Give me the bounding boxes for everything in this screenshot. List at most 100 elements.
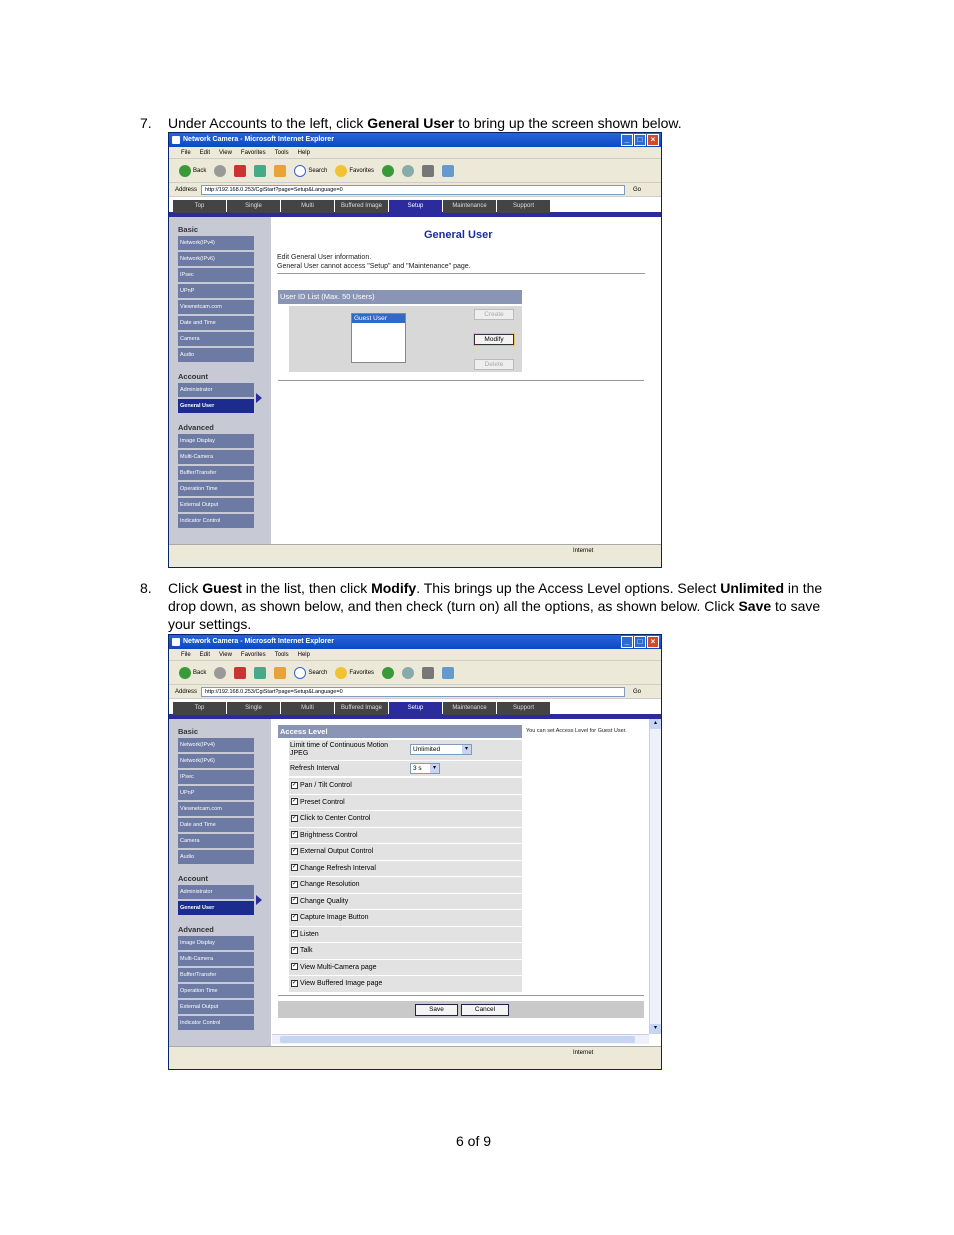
tab-multi[interactable]: Multi [281,702,334,715]
refresh-icon[interactable] [254,666,267,679]
sidebar-item-general-user[interactable]: General User [178,901,254,915]
tab-top[interactable]: Top [173,200,226,213]
sidebar-item-indicator-control[interactable]: Indicator Control [178,1016,254,1030]
mail-icon[interactable] [402,164,415,177]
refresh-interval-select[interactable]: 3 s ▾ [410,763,440,774]
forward-icon[interactable] [214,164,227,177]
menu-file[interactable]: File [181,649,191,660]
sidebar-item-administrator[interactable]: Administrator [178,885,254,899]
sidebar-item-general-user[interactable]: General User [178,399,254,413]
sidebar-item-ipsec[interactable]: IPsec [178,770,254,784]
sidebar-item-date-time[interactable]: Date and Time [178,818,254,832]
option-multi-camera[interactable]: ✓ View Multi-Camera page [289,959,522,975]
user-listbox[interactable]: Guest User [351,313,406,363]
tab-buffered-image[interactable]: Buffered Image [335,200,388,213]
tab-support[interactable]: Support [497,702,550,715]
sidebar-item-upnp[interactable]: UPnP [178,786,254,800]
sidebar-item-image-display[interactable]: Image Display [178,936,254,950]
option-refresh-interval[interactable]: ✓ Change Refresh Interval [289,860,522,876]
tab-setup[interactable]: Setup [389,702,442,715]
modify-button[interactable]: Modify [474,334,514,345]
sidebar-item-network-ipv4[interactable]: Network(IPv4) [178,738,254,752]
sidebar-item-viewnetcam[interactable]: Viewnetcam.com [178,802,254,816]
sidebar-item-date-time[interactable]: Date and Time [178,316,254,330]
sidebar-item-buffer-transfer[interactable]: Buffer/Transfer [178,466,254,480]
checkbox-checked-icon[interactable]: ✓ [291,880,298,888]
option-click-center[interactable]: ✓ Click to Center Control [289,811,522,827]
tab-single[interactable]: Single [227,200,280,213]
vertical-scrollbar[interactable]: ▴ ▾ [649,719,661,1034]
create-button[interactable]: Create [474,309,514,320]
sidebar-item-audio[interactable]: Audio [178,850,254,864]
option-brightness[interactable]: ✓ Brightness Control [289,827,522,843]
maximize-icon[interactable]: □ [634,636,646,648]
favorites-button[interactable]: Favorites [335,164,374,177]
go-button[interactable]: Go [633,187,661,193]
back-button[interactable]: Back [179,666,206,679]
sidebar-item-multi-camera[interactable]: Multi-Camera [178,952,254,966]
checkbox-checked-icon[interactable]: ✓ [291,946,298,954]
scroll-thumb[interactable] [280,1036,635,1043]
menu-help[interactable]: Help [298,147,310,158]
delete-button[interactable]: Delete [474,359,514,370]
sidebar-item-buffer-transfer[interactable]: Buffer/Transfer [178,968,254,982]
checkbox-checked-icon[interactable]: ✓ [291,963,298,971]
sidebar-item-external-output[interactable]: External Output [178,1000,254,1014]
tab-multi[interactable]: Multi [281,200,334,213]
menu-tools[interactable]: Tools [275,147,289,158]
menu-tools[interactable]: Tools [275,649,289,660]
sidebar-item-multi-camera[interactable]: Multi-Camera [178,450,254,464]
search-button[interactable]: Search [294,164,327,177]
sidebar-item-external-output[interactable]: External Output [178,498,254,512]
tab-maintenance[interactable]: Maintenance [443,200,496,213]
limit-time-select[interactable]: Unlimited ▾ [410,744,472,755]
checkbox-checked-icon[interactable]: ✓ [291,798,298,806]
option-external-output[interactable]: ✓ External Output Control [289,844,522,860]
list-item[interactable]: Guest User [352,314,405,323]
edit-icon[interactable] [442,666,455,679]
checkbox-checked-icon[interactable]: ✓ [291,831,298,839]
tab-single[interactable]: Single [227,702,280,715]
favorites-button[interactable]: Favorites [335,666,374,679]
sidebar-item-viewnetcam[interactable]: Viewnetcam.com [178,300,254,314]
tab-setup[interactable]: Setup [389,200,442,213]
home-icon[interactable] [274,164,287,177]
menu-help[interactable]: Help [298,649,310,660]
sidebar-item-camera[interactable]: Camera [178,332,254,346]
checkbox-checked-icon[interactable]: ✓ [291,897,298,905]
cancel-button[interactable]: Cancel [461,1004,509,1016]
tab-maintenance[interactable]: Maintenance [443,702,496,715]
tab-top[interactable]: Top [173,702,226,715]
sidebar-item-upnp[interactable]: UPnP [178,284,254,298]
maximize-icon[interactable]: □ [634,134,646,146]
option-capture-image[interactable]: ✓ Capture Image Button [289,910,522,926]
option-quality[interactable]: ✓ Change Quality [289,893,522,909]
history-icon[interactable] [382,666,395,679]
sidebar-item-network-ipv6[interactable]: Network(IPv6) [178,252,254,266]
sidebar-item-camera[interactable]: Camera [178,834,254,848]
forward-icon[interactable] [214,666,227,679]
stop-icon[interactable] [234,164,247,177]
mail-icon[interactable] [402,666,415,679]
sidebar-item-network-ipv6[interactable]: Network(IPv6) [178,754,254,768]
menu-favorites[interactable]: Favorites [241,649,266,660]
menu-favorites[interactable]: Favorites [241,147,266,158]
print-icon[interactable] [422,164,435,177]
sidebar-item-indicator-control[interactable]: Indicator Control [178,514,254,528]
menu-view[interactable]: View [219,147,232,158]
checkbox-checked-icon[interactable]: ✓ [291,864,298,872]
option-resolution[interactable]: ✓ Change Resolution [289,877,522,893]
tab-buffered-image[interactable]: Buffered Image [335,702,388,715]
search-button[interactable]: Search [294,666,327,679]
history-icon[interactable] [382,164,395,177]
edit-icon[interactable] [442,164,455,177]
option-talk[interactable]: ✓ Talk [289,943,522,959]
address-input[interactable]: http://192.168.0.253/CgiStart?page=Setup… [201,184,625,195]
go-button[interactable]: Go [633,689,661,695]
sidebar-item-operation-time[interactable]: Operation Time [178,984,254,998]
option-preset[interactable]: ✓ Preset Control [289,794,522,810]
minimize-icon[interactable]: _ [621,134,633,146]
sidebar-item-operation-time[interactable]: Operation Time [178,482,254,496]
close-icon[interactable]: × [647,636,659,648]
option-pan-tilt[interactable]: ✓ Pan / Tilt Control [289,778,522,794]
